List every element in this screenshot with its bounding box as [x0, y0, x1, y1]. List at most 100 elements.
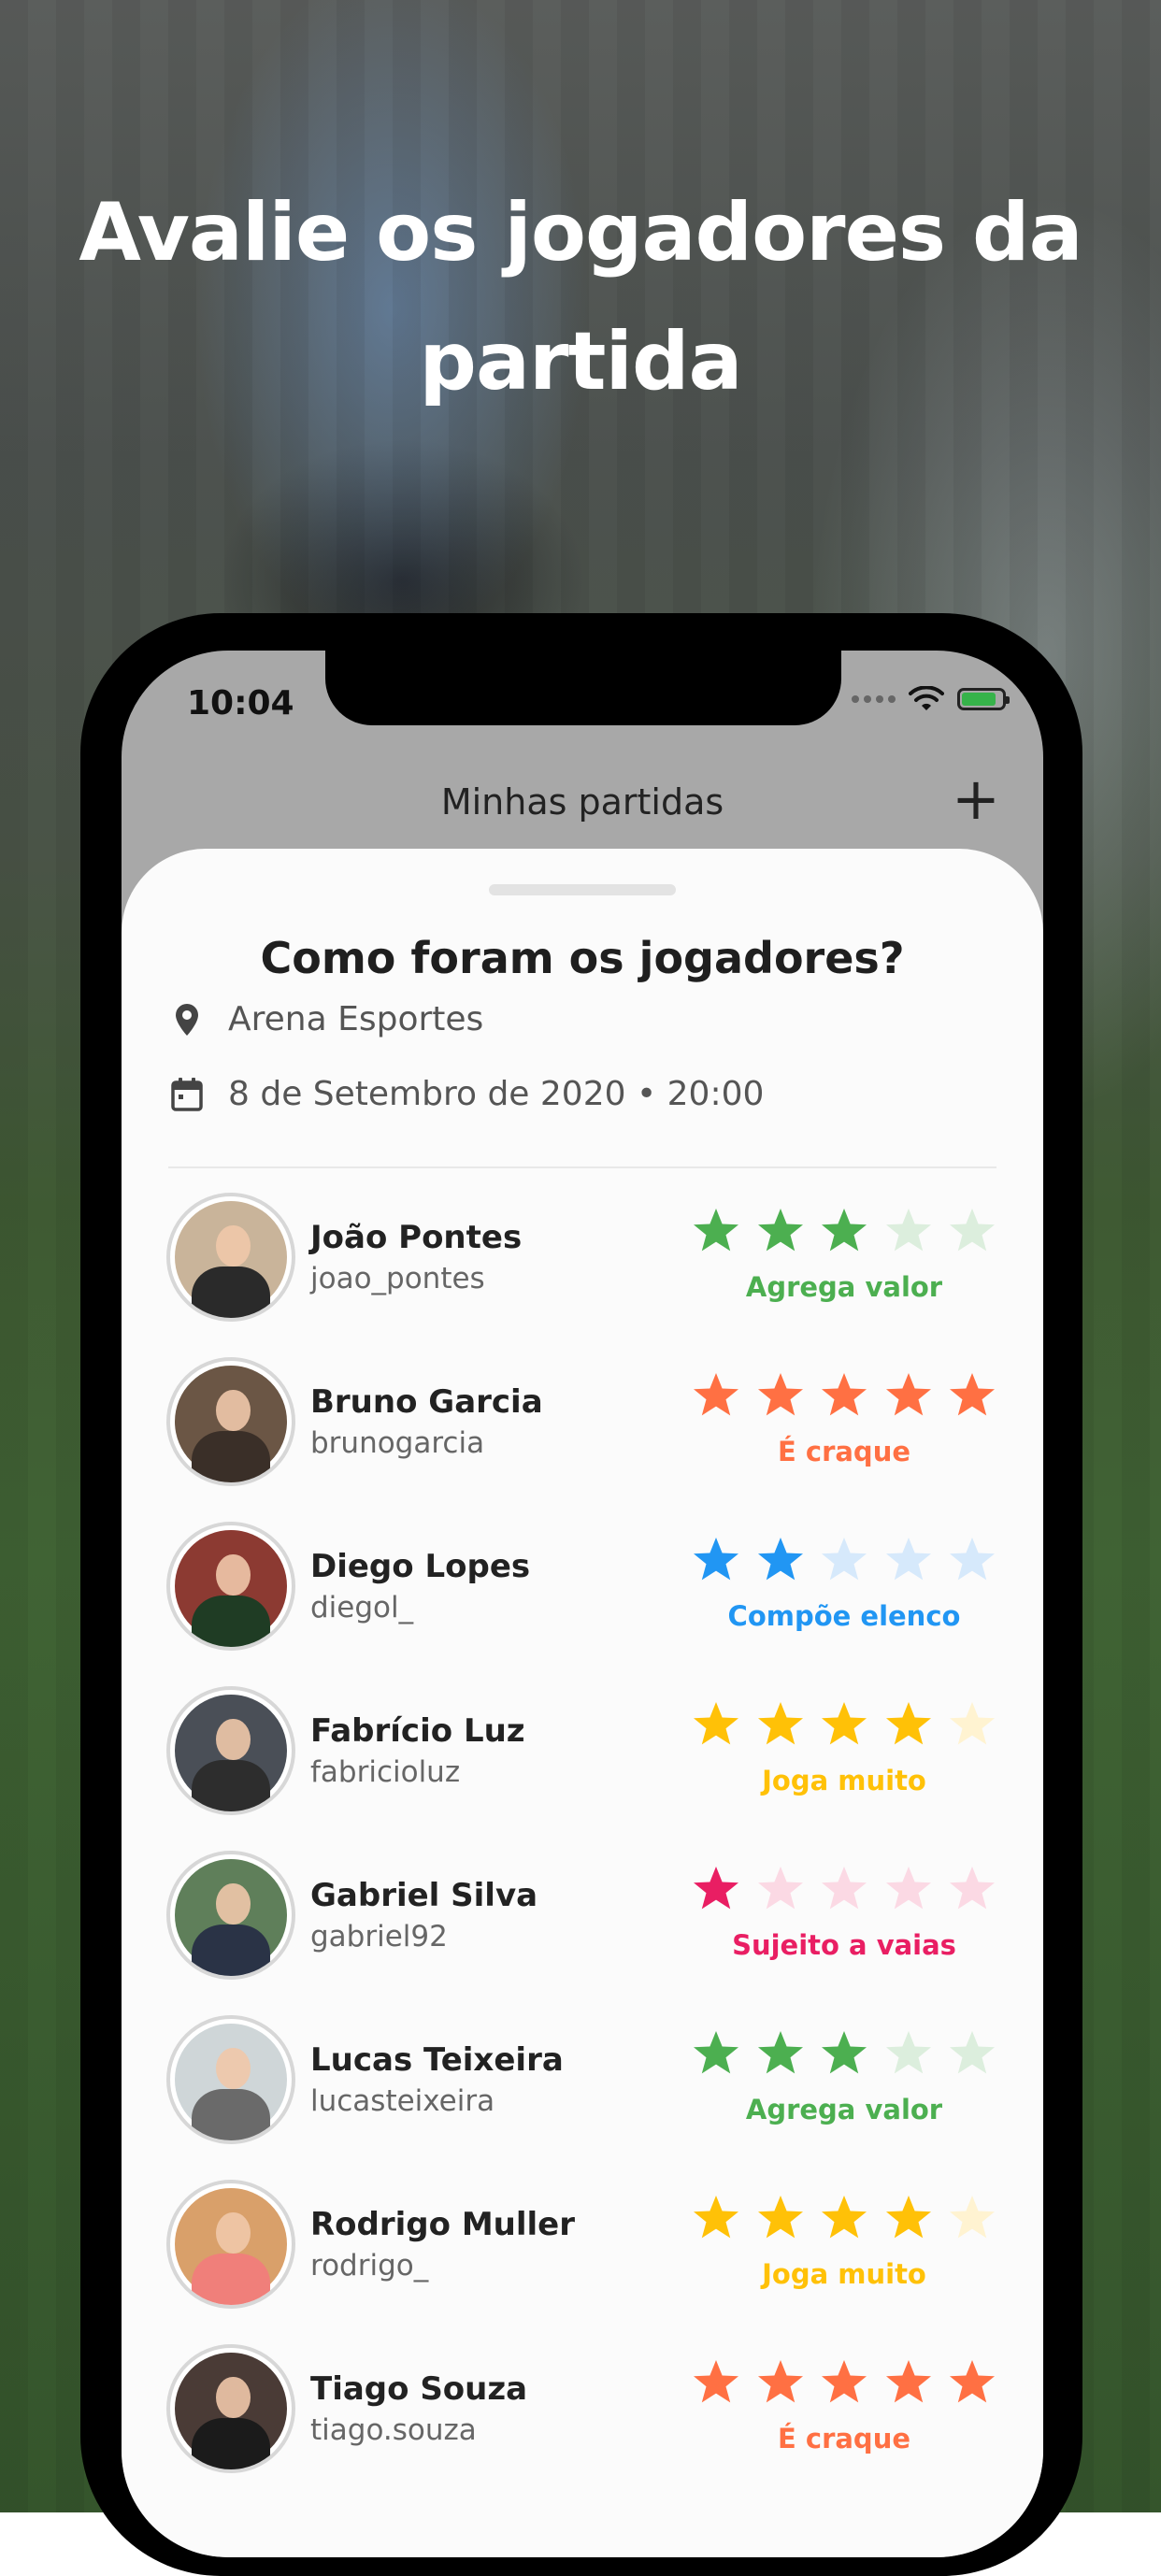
star-icon[interactable] [754, 2026, 807, 2079]
player-username: brunogarcia [310, 1426, 485, 1460]
star-icon[interactable] [882, 1533, 935, 1585]
player-avatar [166, 1851, 295, 1980]
star-icon[interactable] [818, 1533, 870, 1585]
star-icon[interactable] [690, 1204, 742, 1256]
rating-label: É craque [777, 2423, 911, 2454]
location-text: Arena Esportes [228, 1000, 484, 1038]
star-icon[interactable] [946, 1533, 998, 1585]
star-icon[interactable] [946, 1697, 998, 1750]
phone-screen: 10:04 Minhas partidas + Como foram os jo… [122, 651, 1043, 2557]
star-icon[interactable] [818, 2026, 870, 2079]
player-row[interactable]: Tiago Souza tiago.souza É craque [166, 2344, 998, 2484]
star-icon[interactable] [818, 2191, 870, 2243]
rating-label: Joga muito [762, 1765, 926, 1796]
star-icon[interactable] [690, 1368, 742, 1421]
star-icon[interactable] [882, 1368, 935, 1421]
player-avatar [166, 1686, 295, 1815]
star-rating[interactable] [690, 1368, 998, 1421]
rating-label: Sujeito a vaias [732, 1929, 956, 1961]
star-icon[interactable] [818, 1368, 870, 1421]
star-icon[interactable] [690, 1697, 742, 1750]
player-username: fabricioluz [310, 1755, 461, 1789]
player-name: Bruno Garcia [310, 1383, 543, 1421]
star-icon[interactable] [754, 1368, 807, 1421]
player-row[interactable]: Lucas Teixeira lucasteixeira Agrega valor [166, 2015, 998, 2155]
rating-label: Agrega valor [745, 2094, 943, 2125]
status-icons [852, 686, 1010, 712]
star-icon[interactable] [690, 1862, 742, 1914]
star-icon[interactable] [690, 2355, 742, 2408]
player-avatar [166, 2180, 295, 2309]
star-icon[interactable] [818, 1204, 870, 1256]
star-icon[interactable] [754, 2355, 807, 2408]
star-rating[interactable] [690, 1204, 998, 1256]
star-rating[interactable] [690, 2355, 998, 2408]
player-username: tiago.souza [310, 2413, 477, 2447]
star-icon[interactable] [690, 1533, 742, 1585]
status-time: 10:04 [187, 684, 294, 723]
battery-charging-icon [957, 688, 1010, 710]
star-icon[interactable] [946, 1204, 998, 1256]
rating-label: Compõe elenco [727, 1600, 961, 1632]
player-username: rodrigo_ [310, 2249, 429, 2283]
star-icon[interactable] [946, 1368, 998, 1421]
player-name: João Pontes [310, 1219, 523, 1256]
star-icon[interactable] [946, 2191, 998, 2243]
star-icon[interactable] [882, 1862, 935, 1914]
star-icon[interactable] [754, 1204, 807, 1256]
wifi-icon [909, 686, 944, 710]
signal-dots-icon [852, 695, 896, 703]
player-avatar [166, 1522, 295, 1651]
star-icon[interactable] [882, 2191, 935, 2243]
player-username: gabriel92 [310, 1920, 448, 1953]
star-icon[interactable] [754, 1862, 807, 1914]
star-icon[interactable] [754, 2191, 807, 2243]
star-icon[interactable] [946, 2026, 998, 2079]
sheet-title: Como foram os jogadores? [260, 933, 905, 983]
star-icon[interactable] [882, 1697, 935, 1750]
star-icon[interactable] [946, 2355, 998, 2408]
star-icon[interactable] [946, 1862, 998, 1914]
player-username: lucasteixeira [310, 2084, 495, 2118]
player-name: Lucas Teixeira [310, 2041, 564, 2079]
date-text: 8 de Setembro de 2020 • 20:00 [228, 1075, 765, 1113]
rating-label: Joga muito [762, 2258, 926, 2290]
rating-sheet: Como foram os jogadores? Arena Esportes … [122, 849, 1043, 2557]
star-rating[interactable] [690, 1533, 998, 1585]
location-row: Arena Esportes [168, 1000, 483, 1038]
divider [168, 1166, 996, 1168]
star-icon[interactable] [882, 2026, 935, 2079]
promo-headline: Avalie os jogadores da partida [0, 168, 1161, 426]
star-rating[interactable] [690, 2026, 998, 2079]
star-rating[interactable] [690, 1862, 998, 1914]
star-icon[interactable] [754, 1533, 807, 1585]
player-name: Gabriel Silva [310, 1877, 538, 1914]
player-row[interactable]: Fabrício Luz fabricioluz Joga muito [166, 1686, 998, 1826]
player-avatar [166, 1357, 295, 1486]
star-icon[interactable] [754, 1697, 807, 1750]
star-icon[interactable] [882, 2355, 935, 2408]
star-rating[interactable] [690, 1697, 998, 1750]
player-row[interactable]: Bruno Garcia brunogarcia É craque [166, 1357, 998, 1497]
player-avatar [166, 2344, 295, 2473]
player-avatar [166, 1193, 295, 1322]
player-row[interactable]: Gabriel Silva gabriel92 Sujeito a vaias [166, 1851, 998, 1991]
calendar-icon [168, 1076, 206, 1113]
player-row[interactable]: Diego Lopes diegol_ Compõe elenco [166, 1522, 998, 1662]
player-username: joao_pontes [310, 1262, 485, 1295]
star-icon[interactable] [818, 1862, 870, 1914]
star-icon[interactable] [818, 2355, 870, 2408]
location-pin-icon [168, 1001, 206, 1038]
plus-icon[interactable]: + [952, 770, 1000, 828]
star-rating[interactable] [690, 2191, 998, 2243]
player-name: Diego Lopes [310, 1548, 531, 1585]
star-icon[interactable] [818, 1697, 870, 1750]
star-icon[interactable] [690, 2026, 742, 2079]
star-icon[interactable] [882, 1204, 935, 1256]
player-row[interactable]: Rodrigo Muller rodrigo_ Joga muito [166, 2180, 998, 2320]
star-icon[interactable] [690, 2191, 742, 2243]
sheet-grabber[interactable] [489, 884, 676, 895]
top-bar-title: Minhas partidas [440, 781, 724, 823]
player-row[interactable]: João Pontes joao_pontes Agrega valor [166, 1193, 998, 1333]
player-name: Rodrigo Muller [310, 2206, 576, 2243]
